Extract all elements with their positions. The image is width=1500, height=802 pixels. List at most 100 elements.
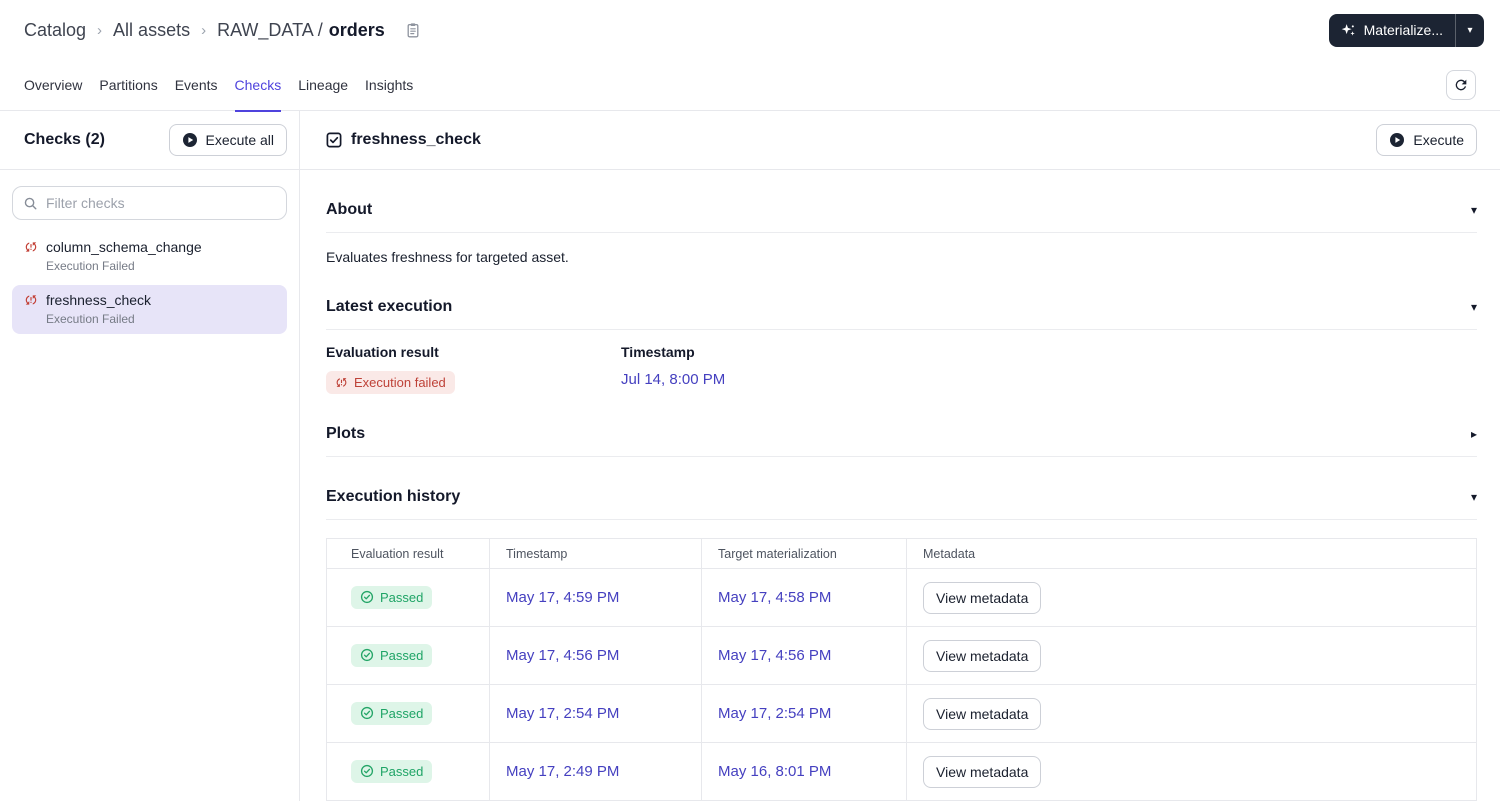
latest-execution-fields: Evaluation result Execution failed Times… xyxy=(326,344,1477,394)
table-header-row: Evaluation result Timestamp Target mater… xyxy=(326,538,1477,569)
check-circle-icon xyxy=(360,648,374,662)
execution-history-table: Evaluation result Timestamp Target mater… xyxy=(326,538,1477,801)
section-title: Plots xyxy=(326,425,366,442)
materialize-split-button: Materialize... ▾ xyxy=(1328,13,1484,47)
column-header-result: Evaluation result xyxy=(326,538,490,569)
chevron-right-icon: › xyxy=(201,21,207,39)
caret-down-icon: ▾ xyxy=(1467,24,1473,36)
about-description: Evaluates freshness for targeted asset. xyxy=(326,249,569,265)
execute-label: Execute xyxy=(1413,132,1464,148)
breadcrumb-all-assets[interactable]: All assets xyxy=(113,20,190,41)
clipboard-copy-icon[interactable] xyxy=(405,22,421,39)
caret-down-icon[interactable]: ▾ xyxy=(1471,204,1477,216)
play-circle-icon xyxy=(1389,132,1405,148)
materialize-label: Materialize... xyxy=(1363,22,1443,38)
check-circle-icon xyxy=(360,590,374,604)
execution-history-section-header: Execution history ▾ xyxy=(326,487,1477,507)
tab-lineage[interactable]: Lineage xyxy=(298,60,348,111)
filter-checks-box xyxy=(12,186,287,220)
badge-label: Passed xyxy=(380,763,424,779)
view-metadata-button[interactable]: View metadata xyxy=(923,581,1042,614)
table-row: Passed May 17, 4:56 PM May 17, 4:56 PM V… xyxy=(326,626,1477,685)
execution-failed-badge: Execution failed xyxy=(326,371,455,394)
sync-problem-icon xyxy=(24,240,38,254)
check-item-freshness-check[interactable]: freshness_check Execution Failed xyxy=(12,285,287,334)
section-divider xyxy=(326,329,1477,330)
timestamp-field: Timestamp Jul 14, 8:00 PM xyxy=(621,344,916,394)
breadcrumb-asset: RAW_DATA / orders xyxy=(217,20,385,41)
tab-overview[interactable]: Overview xyxy=(24,60,82,111)
execute-all-label: Execute all xyxy=(205,132,274,148)
section-title: Latest execution xyxy=(326,298,453,315)
execute-all-button[interactable]: Execute all xyxy=(168,124,287,156)
section-divider xyxy=(326,519,1477,520)
check-item-column-schema-change[interactable]: column_schema_change Execution Failed xyxy=(12,232,287,281)
breadcrumb-catalog[interactable]: Catalog xyxy=(24,20,86,41)
latest-execution-section-header: Latest execution ▾ xyxy=(326,297,1477,317)
tab-insights[interactable]: Insights xyxy=(365,60,413,111)
target-materialization-link[interactable]: May 17, 4:58 PM xyxy=(718,589,831,606)
timestamp-link[interactable]: May 17, 2:54 PM xyxy=(506,705,619,722)
refresh-icon xyxy=(1453,77,1469,93)
filter-checks-input[interactable] xyxy=(46,195,276,211)
refresh-button[interactable] xyxy=(1446,70,1476,100)
target-materialization-link[interactable]: May 17, 4:56 PM xyxy=(718,647,831,664)
view-metadata-button[interactable]: View metadata xyxy=(923,755,1042,788)
table-row-partial xyxy=(326,800,1477,801)
column-header-timestamp: Timestamp xyxy=(489,538,702,569)
column-header-target: Target materialization xyxy=(701,538,907,569)
check-status: Execution Failed xyxy=(46,259,135,273)
passed-badge: Passed xyxy=(351,643,433,667)
caret-down-icon[interactable]: ▾ xyxy=(1471,491,1477,503)
badge-label: Execution failed xyxy=(354,375,446,390)
tab-bar: Overview Partitions Events Checks Lineag… xyxy=(0,60,1500,112)
evaluation-result-field: Evaluation result Execution failed xyxy=(326,344,621,394)
tab-partitions[interactable]: Partitions xyxy=(99,60,157,111)
play-circle-icon xyxy=(182,132,198,148)
field-label: Evaluation result xyxy=(326,344,439,360)
section-divider xyxy=(326,232,1477,233)
timestamp-link[interactable]: May 17, 4:56 PM xyxy=(506,647,619,664)
chevron-right-icon: › xyxy=(97,21,103,39)
sync-problem-icon xyxy=(24,293,38,307)
sidebar-header: Checks (2) Execute all xyxy=(0,111,299,170)
badge-label: Passed xyxy=(380,647,424,663)
timestamp-link[interactable]: May 17, 2:49 PM xyxy=(506,763,619,780)
target-materialization-link[interactable]: May 17, 2:54 PM xyxy=(718,705,831,722)
tab-checks[interactable]: Checks xyxy=(234,60,281,112)
check-detail-header: freshness_check Execute xyxy=(300,111,1500,170)
check-detail-content: About ▾ Evaluates freshness for targeted… xyxy=(300,170,1500,801)
breadcrumb: Catalog › All assets › RAW_DATA / orders xyxy=(24,20,421,41)
check-circle-icon xyxy=(360,764,374,778)
asset-path: RAW_DATA / xyxy=(217,19,323,40)
field-label: Timestamp xyxy=(621,344,695,360)
section-divider xyxy=(326,456,1477,457)
timestamp-link[interactable]: May 17, 4:59 PM xyxy=(506,589,619,606)
caret-down-icon[interactable]: ▾ xyxy=(1471,301,1477,313)
check-detail-panel: freshness_check Execute About ▾ Evaluate… xyxy=(300,111,1500,801)
passed-badge: Passed xyxy=(351,759,433,783)
tab-events[interactable]: Events xyxy=(175,60,218,111)
table-row: Passed May 17, 4:59 PM May 17, 4:58 PM V… xyxy=(326,568,1477,627)
target-materialization-link[interactable]: May 16, 8:01 PM xyxy=(718,763,831,780)
table-row: Passed May 17, 2:54 PM May 17, 2:54 PM V… xyxy=(326,684,1477,743)
sparkle-icon xyxy=(1341,23,1356,38)
search-icon xyxy=(23,196,38,211)
passed-badge: Passed xyxy=(351,585,433,609)
view-metadata-button[interactable]: View metadata xyxy=(923,697,1042,730)
badge-label: Passed xyxy=(380,705,424,721)
materialize-dropdown-button[interactable]: ▾ xyxy=(1456,14,1484,47)
passed-badge: Passed xyxy=(351,701,433,725)
section-title: Execution history xyxy=(326,488,461,505)
view-metadata-button[interactable]: View metadata xyxy=(923,639,1042,672)
section-title: About xyxy=(326,201,373,218)
checks-count-title: Checks (2) xyxy=(24,131,105,148)
caret-right-icon[interactable]: ▸ xyxy=(1471,428,1477,440)
latest-timestamp-link[interactable]: Jul 14, 8:00 PM xyxy=(621,371,725,388)
check-square-icon xyxy=(326,132,342,148)
materialize-button[interactable]: Materialize... xyxy=(1329,14,1455,47)
execute-button[interactable]: Execute xyxy=(1376,124,1477,156)
check-name: column_schema_change xyxy=(46,239,202,255)
table-row: Passed May 17, 2:49 PM May 16, 8:01 PM V… xyxy=(326,742,1477,801)
check-status: Execution Failed xyxy=(46,312,135,326)
